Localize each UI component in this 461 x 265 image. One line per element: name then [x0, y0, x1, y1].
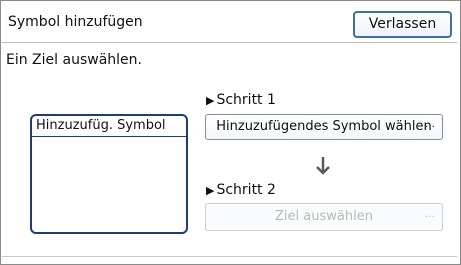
divider — [2, 256, 457, 257]
select-target-label: Ziel auswählen — [275, 209, 373, 224]
symbol-box-header: Hinzuzufüg. Symbol — [32, 116, 186, 137]
select-symbol-button[interactable]: Hinzuzufügendes Symbol wählen … — [205, 114, 443, 140]
dialog-title: Symbol hinzufügen — [8, 14, 143, 30]
symbol-box: Hinzuzufüg. Symbol — [30, 114, 188, 234]
triangle-right-icon: ▶ — [206, 184, 215, 197]
triangle-right-icon: ▶ — [206, 94, 215, 107]
down-arrow-icon — [316, 157, 330, 175]
step2-label-text: Schritt 2 — [216, 182, 276, 198]
ellipsis-icon: … — [425, 119, 436, 130]
instruction-text: Ein Ziel auswählen. — [6, 52, 142, 68]
step1-label-text: Schritt 1 — [216, 92, 276, 108]
dialog-header: Symbol hinzufügen Verlassen — [2, 2, 457, 43]
select-symbol-label: Hinzuzufügendes Symbol wählen — [216, 119, 432, 134]
select-target-button[interactable]: Ziel auswählen … — [205, 203, 443, 231]
step2-label: ▶ Schritt 2 — [206, 182, 276, 198]
step1-label: ▶ Schritt 1 — [206, 92, 276, 108]
exit-button[interactable]: Verlassen — [353, 11, 452, 38]
ellipsis-icon: … — [425, 209, 436, 220]
